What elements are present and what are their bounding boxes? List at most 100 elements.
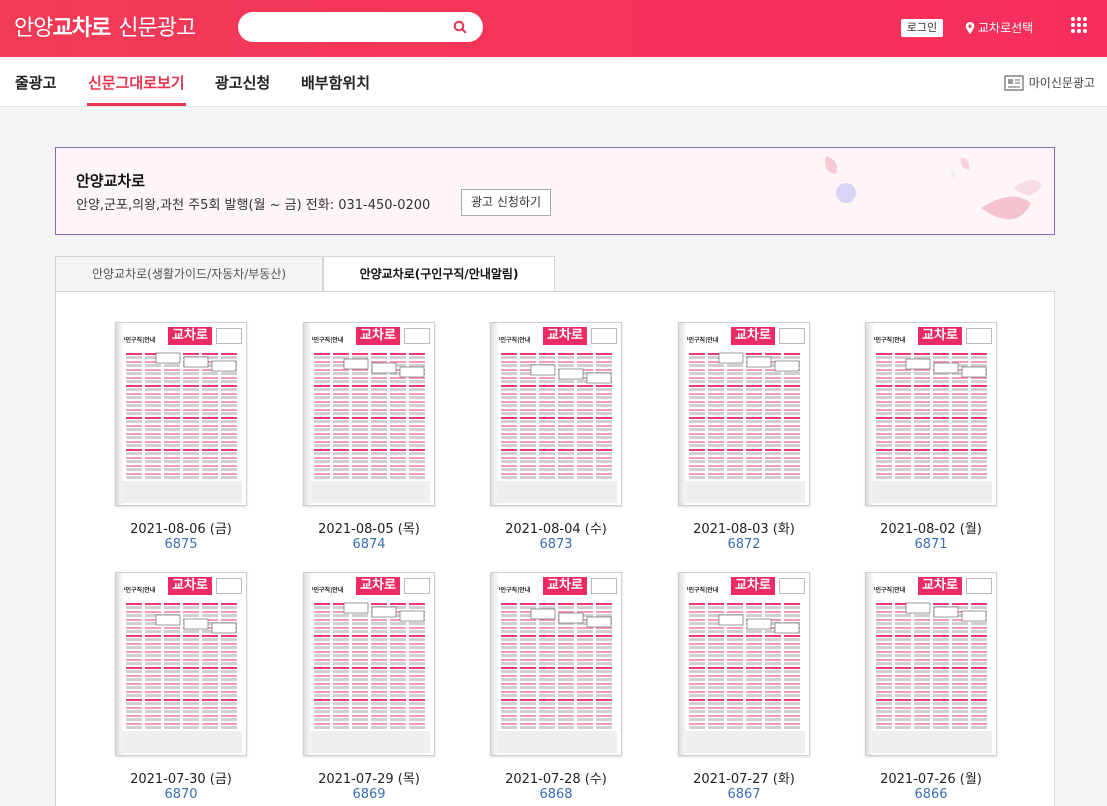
thumbnail-side-box (216, 328, 242, 344)
thumbnail-brand-label: 교차로 (918, 327, 962, 345)
thumbnail-fold-shadow (679, 323, 687, 505)
logo-region: 안양 (14, 16, 53, 41)
region-select-button[interactable]: 교차로선택 (965, 19, 1033, 36)
thumbnail-fold-shadow (116, 323, 124, 505)
thumbnail-section-label: 구인구직|안내 (495, 587, 531, 594)
paper-issue-number[interactable]: 6875 (111, 537, 251, 552)
paper-thumbnail[interactable]: 구인구직|안내 교차로 (865, 322, 997, 506)
thumbnail-fold-shadow (679, 573, 687, 755)
paper-date[interactable]: 2021-07-29 (목) (299, 768, 439, 787)
nav-item-newspaper-view[interactable]: 신문그대로보기 (88, 72, 185, 93)
thumbnail-fold-shadow (491, 573, 499, 755)
region-label: 교차로선택 (978, 21, 1034, 35)
thumbnail-section-label: 구인구직|안내 (308, 337, 344, 344)
thumbnail-classified-columns (876, 353, 987, 479)
paper-issue-number[interactable]: 6873 (486, 537, 626, 552)
paper-info-banner: 안양교차로 안양,군포,의왕,과천 주5회 발행(월 ~ 금) 전화: 031-… (55, 147, 1055, 235)
paper-date[interactable]: 2021-08-04 (수) (486, 518, 626, 537)
thumbnail-bottom-ad (497, 731, 617, 753)
thumbnail-section-label: 구인구직|안내 (308, 587, 344, 594)
ad-request-button[interactable]: 광고 신청하기 (461, 189, 552, 216)
thumbnail-masthead: 구인구직|안내 교차로 (679, 323, 809, 349)
paper-issue-number[interactable]: 6867 (674, 787, 814, 802)
thumbnail-fold-shadow (304, 573, 312, 755)
paper-thumbnail[interactable]: 구인구직|안내 교차로 (490, 572, 622, 756)
thumbnail-section-label: 구인구직|안내 (683, 337, 719, 344)
paper-date[interactable]: 2021-07-30 (금) (111, 768, 251, 787)
tab-lifestyle-auto-realestate[interactable]: 안양교차로(생활가이드/자동차/부동산) (55, 256, 323, 292)
my-newspaper-ads-link[interactable]: 마이신문광고 (1004, 74, 1095, 91)
thumbnail-masthead: 구인구직|안내 교차로 (304, 323, 434, 349)
thumbnail-section-label: 구인구직|안내 (870, 587, 906, 594)
thumbnail-classified-columns (689, 603, 800, 729)
thumbnail-fold-shadow (491, 323, 499, 505)
paper-issue-number[interactable]: 6871 (861, 537, 1001, 552)
thumbnail-classified-columns (126, 603, 237, 729)
thumbnail-classified-columns (876, 602, 987, 729)
my-newspaper-ads-label: 마이신문광고 (1028, 76, 1095, 90)
paper-thumbnail[interactable]: 구인구직|안내 교차로 (303, 572, 435, 756)
petal-decoration (825, 156, 1042, 220)
thumbnail-masthead: 구인구직|안내 교차로 (116, 323, 246, 349)
nav-item-line-ads[interactable]: 줄광고 (15, 72, 56, 93)
main-nav: 줄광고 신문그대로보기 광고신청 배부함위치 마이신문광고 (0, 57, 1107, 107)
paper-thumbnail[interactable]: 구인구직|안내 교차로 (303, 322, 435, 506)
thumbnail-classified-columns (126, 352, 237, 479)
thumbnail-side-box (779, 578, 805, 594)
paper-issue-number[interactable]: 6872 (674, 537, 814, 552)
paper-issue-number[interactable]: 6874 (299, 537, 439, 552)
paper-grid: 구인구직|안내 교차로 2021-08-06 (금) 6875 구인구직|안내 교차로 20… (55, 291, 1055, 806)
thumbnail-brand-label: 교차로 (168, 327, 212, 345)
tab-jobs-notices[interactable]: 안양교차로(구인구직/안내알림) (323, 256, 555, 293)
thumbnail-brand-label: 교차로 (731, 577, 775, 595)
thumbnail-side-box (404, 328, 430, 344)
paper-issue-number[interactable]: 6869 (299, 787, 439, 802)
nav-item-ad-request[interactable]: 광고신청 (215, 72, 270, 93)
paper-date[interactable]: 2021-07-26 (월) (861, 768, 1001, 787)
search-icon[interactable] (453, 20, 467, 34)
thumbnail-masthead: 구인구직|안내 교차로 (866, 573, 996, 599)
thumbnail-masthead: 구인구직|안내 교차로 (679, 573, 809, 599)
grid-menu-icon[interactable] (1071, 17, 1088, 34)
paper-date[interactable]: 2021-07-27 (화) (674, 768, 814, 787)
thumbnail-section-label: 구인구직|안내 (120, 337, 156, 344)
thumbnail-brand-label: 교차로 (356, 577, 400, 595)
paper-thumbnail[interactable]: 구인구직|안내 교차로 (678, 322, 810, 506)
paper-thumbnail[interactable]: 구인구직|안내 교차로 (115, 322, 247, 506)
thumbnail-fold-shadow (304, 323, 312, 505)
thumbnail-side-box (404, 578, 430, 594)
thumbnail-side-box (966, 328, 992, 344)
thumbnail-bottom-ad (872, 731, 992, 753)
paper-date[interactable]: 2021-07-28 (수) (486, 768, 626, 787)
thumbnail-bottom-ad (310, 481, 430, 503)
paper-thumbnail[interactable]: 구인구직|안내 교차로 (678, 572, 810, 756)
nav-item-distribution-box[interactable]: 배부함위치 (301, 72, 370, 93)
paper-thumbnail[interactable]: 구인구직|안내 교차로 (865, 572, 997, 756)
paper-date[interactable]: 2021-08-05 (목) (299, 518, 439, 537)
thumbnail-bottom-ad (685, 731, 805, 753)
search-input[interactable] (238, 12, 483, 42)
thumbnail-brand-label: 교차로 (356, 327, 400, 345)
thumbnail-section-label: 구인구직|안내 (870, 337, 906, 344)
paper-thumbnail[interactable]: 구인구직|안내 교차로 (115, 572, 247, 756)
paper-date[interactable]: 2021-08-06 (금) (111, 518, 251, 537)
thumbnail-side-box (591, 328, 617, 344)
thumbnail-brand-label: 교차로 (918, 577, 962, 595)
thumbnail-fold-shadow (116, 573, 124, 755)
thumbnail-side-box (591, 578, 617, 594)
login-button[interactable]: 로그인 (901, 19, 943, 37)
paper-thumbnail[interactable]: 구인구직|안내 교차로 (490, 322, 622, 506)
paper-issue-number[interactable]: 6866 (861, 787, 1001, 802)
paper-issue-number[interactable]: 6870 (111, 787, 251, 802)
thumbnail-brand-label: 교차로 (731, 327, 775, 345)
paper-date[interactable]: 2021-08-03 (화) (674, 518, 814, 537)
thumbnail-brand-label: 교차로 (543, 327, 587, 345)
thumbnail-bottom-ad (122, 481, 242, 503)
thumbnail-classified-columns (501, 353, 612, 479)
thumbnail-section-label: 구인구직|안내 (683, 587, 719, 594)
newspaper-icon (1004, 74, 1024, 91)
thumbnail-brand-label: 교차로 (543, 577, 587, 595)
paper-issue-number[interactable]: 6868 (486, 787, 626, 802)
paper-date[interactable]: 2021-08-02 (월) (861, 518, 1001, 537)
site-logo[interactable]: 안양교차로 신문광고 (14, 10, 196, 42)
